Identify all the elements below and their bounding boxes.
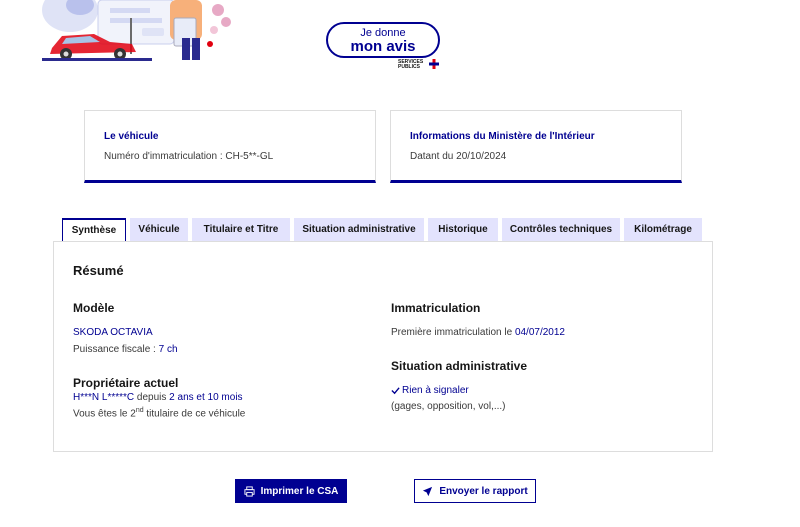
feedback-badge[interactable]: Je donne mon avis SERVICES PUBLICS [326,22,440,70]
fiscal-power: Puissance fiscale : 7 ch [73,344,178,355]
synthese-panel: Résumé Modèle SKODA OCTAVIA Puissance fi… [53,241,713,452]
ministry-card-title: Informations du Ministère de l'Intérieur [410,131,595,142]
plus-icon [429,59,439,69]
vehicle-card-title: Le véhicule [104,131,159,142]
tab-synthese[interactable]: Synthèse [62,218,126,242]
print-csa-button[interactable]: Imprimer le CSA [235,479,347,503]
services-publics-logo: SERVICES PUBLICS [398,59,424,70]
tab-kilometrage[interactable]: Kilométrage [624,218,702,242]
admin-heading: Situation administrative [391,359,528,373]
owner-heading: Propriétaire actuel [73,376,179,390]
send-report-button[interactable]: Envoyer le rapport [414,479,536,503]
data-date: Datant du 20/10/2024 [410,151,507,162]
admin-status: Rien à signaler [391,385,469,396]
send-icon [423,486,433,496]
registration-heading: Immatriculation [391,301,481,315]
check-icon [391,387,400,395]
model-name: SKODA OCTAVIA [73,327,153,338]
model-heading: Modèle [73,301,115,315]
feedback-line2: mon avis [350,38,416,55]
vehicle-card: Le véhicule Numéro d'immatriculation : C… [84,110,376,183]
tab-vehicule[interactable]: Véhicule [130,218,188,242]
tab-controles-techniques[interactable]: Contrôles techniques [502,218,620,242]
feedback-button[interactable]: Je donne mon avis [326,22,440,58]
holder-rank: Vous êtes le 2nd titulaire de ce véhicul… [73,407,246,420]
first-registration: Première immatriculation le 04/07/2012 [391,327,565,338]
summary-title: Résumé [73,263,124,278]
tab-situation-administrative[interactable]: Situation administrative [294,218,424,242]
owner-info: H***N L*****C depuis 2 ans et 10 mois [73,392,243,403]
tab-titulaire[interactable]: Titulaire et Titre [192,218,290,242]
ministry-card: Informations du Ministère de l'Intérieur… [390,110,682,183]
hero-illustration [40,0,240,62]
admin-details: (gages, opposition, vol,...) [391,401,506,412]
tab-historique[interactable]: Historique [428,218,498,242]
printer-icon [244,485,255,497]
registration-number: Numéro d'immatriculation : CH-5**-GL [104,151,274,162]
